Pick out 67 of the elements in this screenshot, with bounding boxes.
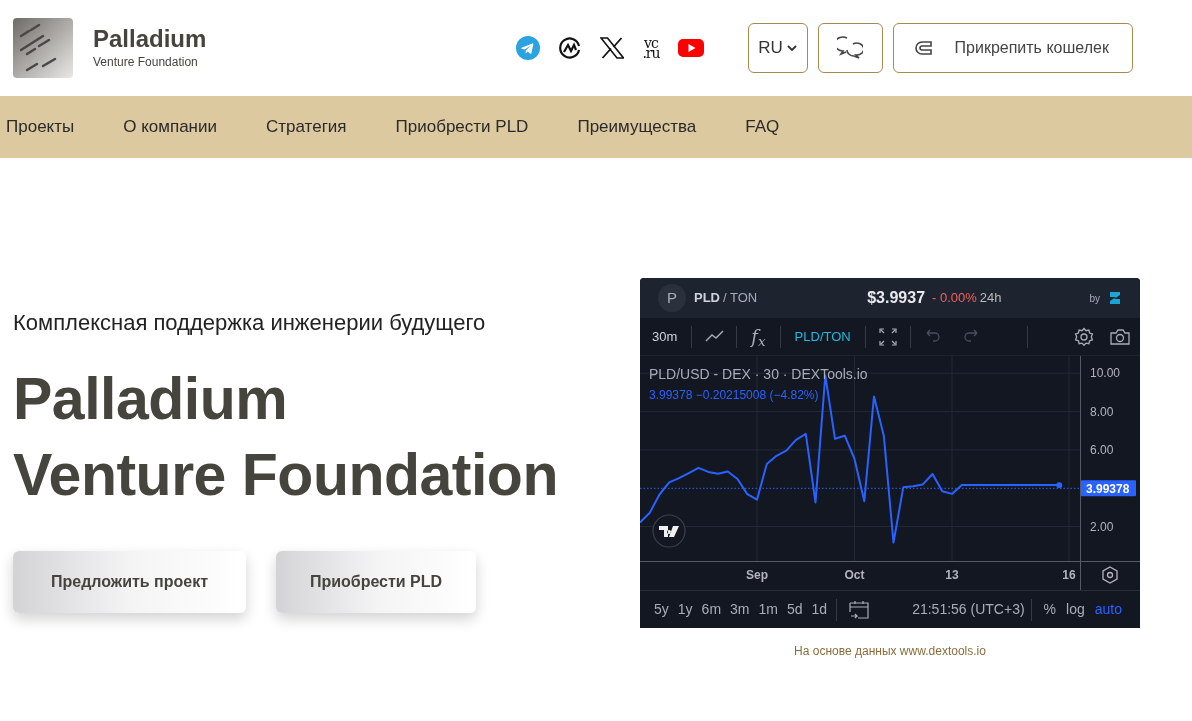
- x-tick-label: Sep: [746, 568, 768, 582]
- propose-project-button[interactable]: Предложить проект: [13, 551, 246, 613]
- dextools-logo-icon: [1108, 291, 1122, 305]
- x-logo-icon: [600, 37, 625, 59]
- range-button[interactable]: 5d: [786, 599, 803, 620]
- y-tick-label: 6.00: [1090, 442, 1114, 457]
- range-button[interactable]: 5y: [654, 599, 669, 620]
- range-button[interactable]: 3m: [730, 599, 750, 620]
- pair-base: PLD: [694, 289, 720, 308]
- token-avatar: P: [658, 284, 686, 312]
- price-value: $3.9937: [867, 288, 926, 308]
- buy-pld-button[interactable]: Приобрести PLD: [276, 551, 476, 613]
- y-tick-label: 10.00: [1090, 366, 1121, 381]
- by-label: by: [1089, 291, 1100, 306]
- x-tick-label: 16: [1062, 568, 1076, 582]
- language-select[interactable]: RU: [747, 23, 808, 73]
- calendar-icon[interactable]: [849, 599, 870, 620]
- nav-link[interactable]: Стратегия: [266, 114, 347, 140]
- logo-icon: [13, 18, 73, 78]
- tradingview-logo-icon: [652, 514, 686, 548]
- social-link[interactable]: [558, 36, 583, 60]
- camera-icon[interactable]: [1110, 326, 1130, 347]
- last-price-dot: [1056, 482, 1063, 489]
- period-label: 24h: [979, 289, 1002, 308]
- nav-link[interactable]: FAQ: [745, 114, 780, 140]
- play-button-icon: [677, 39, 704, 57]
- data-source-caption: На основе данных www.dextools.io: [793, 643, 987, 660]
- hero-title: Palladium Venture Foundation: [13, 365, 559, 510]
- nav-link[interactable]: Проекты: [6, 114, 75, 140]
- range-button[interactable]: 1d: [811, 599, 828, 620]
- brand-tagline: Venture Foundation: [93, 54, 199, 71]
- chevron-down-icon: [786, 44, 797, 52]
- social-link[interactable]: [600, 37, 625, 59]
- connect-wallet-button[interactable]: Прикрепить кошелек: [892, 23, 1133, 73]
- chart-circle-icon: [558, 36, 583, 60]
- vc-logo-link[interactable]: vc .ru: [642, 38, 660, 58]
- ref-line-label: 3.99378: [1086, 481, 1130, 496]
- y-tick-label: 8.00: [1090, 404, 1114, 419]
- settings-icon[interactable]: [1074, 326, 1094, 347]
- nav-link[interactable]: О компании: [123, 114, 217, 140]
- telegram-icon: [516, 36, 541, 60]
- x-tick-label: 13: [945, 568, 959, 582]
- indicators-button[interactable]: f$_{x}$: [749, 327, 768, 346]
- symbol-button[interactable]: PLD/TON: [792, 326, 853, 347]
- chart-legend-values: 3.99378 −0.20215008 (−4.82%): [649, 387, 819, 404]
- interval-button[interactable]: 30m: [650, 326, 680, 347]
- time-zone-clock: 21:51:56 (UTC+3): [912, 600, 1025, 619]
- scale-option[interactable]: %: [1043, 599, 1057, 620]
- y-tick-label: 2.00: [1090, 519, 1114, 534]
- range-button[interactable]: 1m: [758, 599, 778, 620]
- range-button[interactable]: 1y: [677, 599, 693, 620]
- nav-link[interactable]: Преимущества: [577, 114, 697, 140]
- pair-quote: / TON: [723, 289, 758, 308]
- scale-option[interactable]: log: [1066, 599, 1085, 620]
- price-axis-label: 3.99378: [1081, 480, 1136, 497]
- magnet-icon: [912, 40, 933, 56]
- axis-settings-icon[interactable]: [1102, 566, 1118, 584]
- scale-option[interactable]: auto: [1094, 599, 1122, 620]
- range-button[interactable]: 6m: [701, 599, 722, 620]
- hero-subtitle: Комплексная поддержка инженерии будущего: [13, 309, 487, 337]
- brand-name: Palladium: [93, 25, 207, 53]
- chat-button[interactable]: [817, 23, 883, 73]
- price-change: - 0.00%: [932, 289, 977, 308]
- nav-link[interactable]: Приобрести PLD: [395, 114, 529, 140]
- x-tick-label: Oct: [844, 568, 865, 582]
- fullscreen-icon[interactable]: [877, 326, 898, 347]
- chart-legend-title: PLD/USD - DEX · 30 · DEXTools.io: [649, 365, 868, 384]
